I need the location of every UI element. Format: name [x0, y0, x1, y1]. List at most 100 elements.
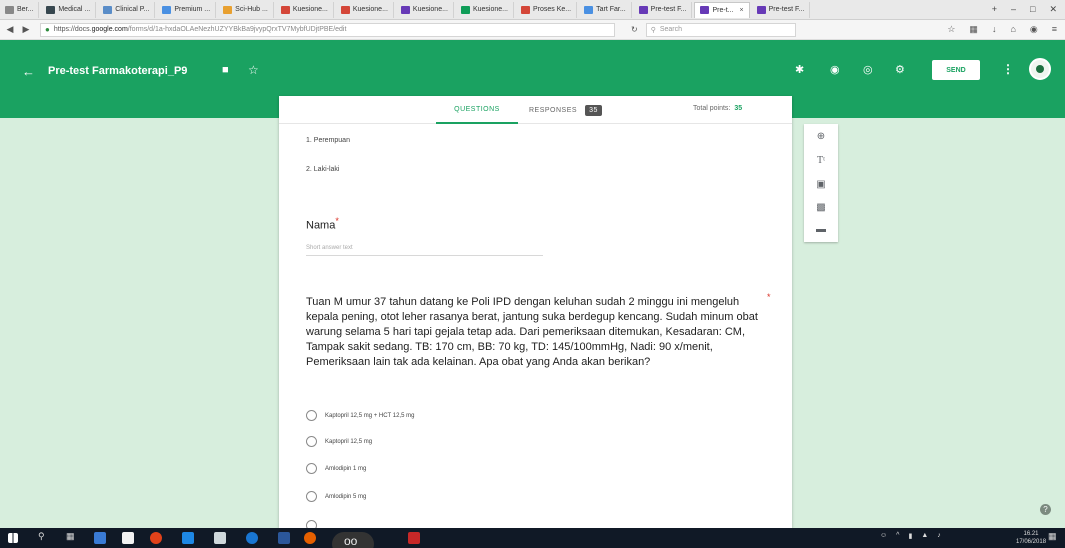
- word-icon[interactable]: [278, 532, 290, 544]
- lock-icon: ●: [45, 25, 50, 34]
- maximize-icon[interactable]: □: [1030, 4, 1035, 15]
- new-tab-icon[interactable]: +: [992, 4, 997, 15]
- close-tab-icon[interactable]: ×: [739, 7, 743, 14]
- addon-puzzle-icon[interactable]: ✱: [795, 63, 804, 76]
- search-icon[interactable]: ⚲: [38, 531, 50, 543]
- address-bar: ◀ ▶ ● https://docs.google.com/forms/d/1a…: [0, 20, 1065, 40]
- tab-label: Pre-t...: [712, 6, 734, 14]
- forward-arrow-icon[interactable]: ▶: [20, 24, 32, 35]
- store-icon[interactable]: [122, 532, 134, 544]
- tab-label: Sci-Hub ...: [235, 6, 268, 13]
- tab-label: Kuesione...: [412, 6, 448, 13]
- url-input[interactable]: ● https://docs.google.com/forms/d/1a-hxd…: [40, 22, 615, 37]
- settings-gear-icon[interactable]: ⚙: [895, 63, 905, 76]
- add-video-icon[interactable]: ▩: [804, 202, 838, 213]
- network-icon[interactable]: ▲: [921, 532, 928, 540]
- battery-icon[interactable]: ▮: [908, 532, 912, 540]
- people-icon[interactable]: ☺: [880, 532, 887, 540]
- previous-option: 1. Perempuan: [306, 137, 350, 144]
- browser-tab[interactable]: Ber...: [0, 1, 40, 18]
- pocket-icon[interactable]: ◉: [1030, 24, 1038, 35]
- radio-button[interactable]: [306, 463, 317, 474]
- radio-button[interactable]: [306, 436, 317, 447]
- reload-icon[interactable]: ↻: [631, 25, 638, 34]
- choice-option[interactable]: Amlodipin 1 mg: [306, 463, 366, 474]
- menu-icon[interactable]: ≡: [1052, 24, 1057, 35]
- choice-option[interactable]: Amlodipin 5 mg: [306, 491, 366, 502]
- browser-tab[interactable]: Kuesione...: [396, 1, 454, 18]
- chevron-up-icon[interactable]: ^: [896, 532, 899, 540]
- form-title[interactable]: Pre-test Farmakoterapi_P9: [48, 65, 187, 77]
- browser-tab[interactable]: Clinical P...: [98, 1, 156, 18]
- tab-favicon-icon: [756, 5, 766, 14]
- add-image-icon[interactable]: ▣: [804, 179, 838, 190]
- home-icon[interactable]: ⌂: [1010, 24, 1015, 35]
- minimize-icon[interactable]: –: [1011, 4, 1016, 15]
- question-text[interactable]: Tuan M umur 37 tahun datang ke Poli IPD …: [306, 295, 761, 370]
- back-arrow-icon[interactable]: ◀: [4, 24, 16, 35]
- clock[interactable]: 16.21 17/06/2018: [1016, 530, 1046, 546]
- star-icon[interactable]: ☆: [248, 63, 259, 77]
- choice-label: Amlodipin 1 mg: [325, 465, 367, 472]
- tab-questions[interactable]: QUESTIONS: [436, 96, 518, 124]
- choice-option[interactable]: Kaptopril 12,5 mg + HCT 12,5 mg: [306, 410, 414, 421]
- browser-tab[interactable]: Pre-test F...: [634, 1, 693, 18]
- close-window-icon[interactable]: ✕: [1049, 4, 1057, 15]
- app-icon[interactable]: [408, 532, 420, 544]
- question-title[interactable]: Nama*: [306, 216, 339, 232]
- volume-icon[interactable]: ♪: [937, 532, 941, 540]
- tab-label: Pre-test F...: [768, 6, 805, 13]
- firefox-icon[interactable]: [304, 532, 316, 544]
- app-icon[interactable]: [182, 532, 194, 544]
- bookmark-star-icon[interactable]: ☆: [947, 24, 955, 35]
- task-view-icon[interactable]: ▦: [66, 531, 78, 543]
- windows-start-icon[interactable]: [8, 533, 18, 543]
- opera-icon[interactable]: [150, 532, 162, 544]
- browser-tab[interactable]: Proses Ke...: [516, 1, 578, 18]
- browser-tab[interactable]: Kuesione...: [456, 1, 514, 18]
- browser-tab[interactable]: Sci-Hub ...: [218, 1, 274, 18]
- back-arrow-icon[interactable]: ←: [22, 64, 35, 79]
- help-icon[interactable]: ?: [1040, 504, 1051, 515]
- add-question-icon[interactable]: ⊕: [804, 131, 838, 142]
- add-section-icon[interactable]: ▬: [804, 224, 838, 235]
- notifications-icon[interactable]: ▦: [1048, 531, 1060, 543]
- file-explorer-icon[interactable]: [94, 532, 106, 544]
- browser-tab[interactable]: Premium ...: [157, 1, 217, 18]
- system-tray: ☺ ^ ▮ ▲ ♪: [880, 532, 941, 540]
- palette-icon[interactable]: ◉: [830, 63, 840, 76]
- send-button[interactable]: SEND: [932, 60, 980, 80]
- radio-button[interactable]: [306, 491, 317, 502]
- browser-tab[interactable]: Pre-t... ×: [694, 1, 750, 18]
- tab-label: Proses Ke...: [532, 6, 572, 13]
- preview-eye-icon[interactable]: ◎: [863, 63, 873, 76]
- browser-tab[interactable]: Tart Far...: [579, 1, 632, 18]
- tab-label: Ber...: [17, 6, 34, 13]
- browser-tab[interactable]: Pre-test F...: [752, 1, 811, 18]
- choice-option[interactable]: Kaptopril 12,5 mg: [306, 436, 372, 447]
- tab-label: Medical ...: [58, 6, 91, 13]
- avatar[interactable]: [1029, 58, 1051, 80]
- tab-favicon-icon: [46, 5, 56, 14]
- download-icon[interactable]: ↓: [992, 24, 997, 35]
- radio-button[interactable]: [306, 520, 317, 528]
- radio-button[interactable]: [306, 410, 317, 421]
- library-icon[interactable]: ▦: [969, 24, 978, 35]
- clock-time: 16.21: [1023, 531, 1039, 537]
- search-input[interactable]: ⚲ Search: [645, 22, 796, 37]
- folder-icon[interactable]: ■: [222, 64, 229, 76]
- browser-toolbar-icons: ☆ ▦ ↓ ⌂ ◉ ≡: [947, 24, 1065, 35]
- tab-label: Kuesione...: [352, 6, 388, 13]
- tab-favicon-icon: [400, 5, 410, 14]
- browser-tab[interactable]: Medical ...: [41, 1, 97, 18]
- tab-responses[interactable]: RESPONSES 35: [529, 96, 602, 124]
- add-title-icon[interactable]: Tᵗ: [804, 155, 838, 166]
- more-vert-icon[interactable]: ⋮: [1002, 62, 1014, 76]
- question-title-text: Nama: [306, 219, 336, 232]
- choice-option[interactable]: [306, 520, 317, 528]
- edge-icon[interactable]: [246, 532, 258, 544]
- browser-tab[interactable]: Kuesione...: [276, 1, 334, 18]
- choice-label: Kaptopril 12,5 mg + HCT 12,5 mg: [325, 412, 415, 419]
- app-icon[interactable]: [214, 532, 226, 544]
- browser-tab[interactable]: Kuesione...: [336, 1, 394, 18]
